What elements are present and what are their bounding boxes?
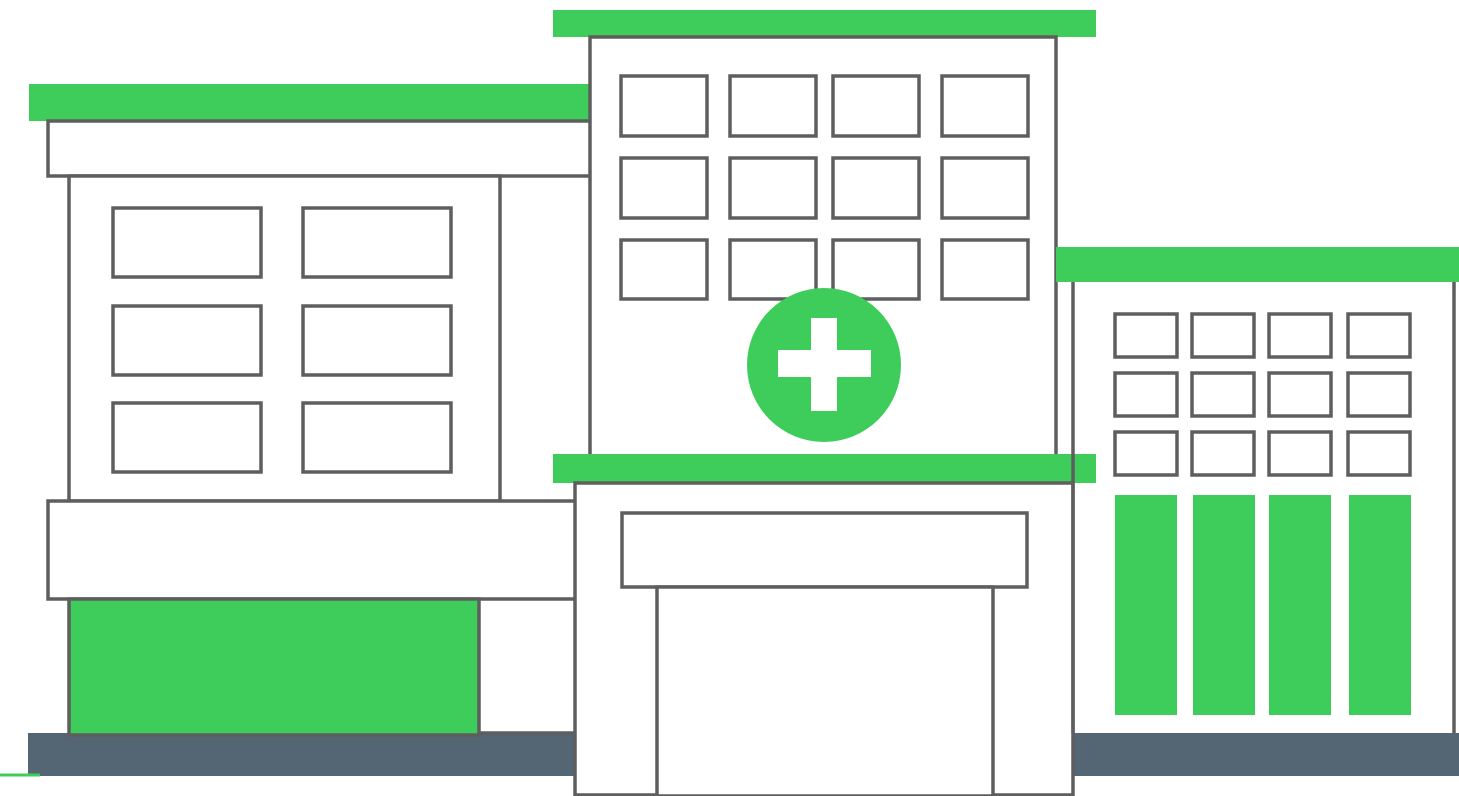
window (831, 238, 921, 301)
cross-horizontal (778, 350, 871, 377)
right-roof (1056, 247, 1459, 282)
left-roof (29, 84, 591, 121)
window (111, 206, 263, 279)
window (1267, 430, 1333, 477)
right-window-grid (1113, 312, 1412, 477)
window (111, 304, 263, 377)
window (940, 238, 1030, 301)
window (1267, 371, 1333, 418)
window (831, 74, 921, 138)
window (301, 401, 453, 474)
window (1346, 371, 1412, 418)
right-glass-panels (1115, 495, 1411, 715)
window (940, 156, 1030, 220)
window (1190, 371, 1256, 418)
entrance-canopy (553, 454, 1096, 483)
window (619, 74, 709, 138)
right-building (1056, 247, 1459, 733)
entrance-door (655, 585, 995, 796)
glass-panel (1115, 495, 1177, 715)
entrance-sign-panel (620, 511, 1029, 589)
left-garage-door (67, 597, 481, 737)
window (1346, 430, 1412, 477)
window (1113, 430, 1179, 477)
center-tower (553, 10, 1096, 796)
left-building (29, 84, 595, 737)
window (1113, 371, 1179, 418)
window (728, 238, 818, 301)
window (1346, 312, 1412, 359)
window (619, 156, 709, 220)
glass-panel (1269, 495, 1331, 715)
window (1113, 312, 1179, 359)
glass-panel (1193, 495, 1255, 715)
window (940, 74, 1030, 138)
window (1190, 430, 1256, 477)
center-roof (553, 10, 1096, 37)
window (1267, 312, 1333, 359)
left-roof-fascia (46, 119, 595, 178)
hospital-illustration (0, 10, 1459, 796)
window (1190, 312, 1256, 359)
window (301, 304, 453, 377)
window (831, 156, 921, 220)
window (111, 401, 263, 474)
window (619, 238, 709, 301)
window (728, 156, 818, 220)
medical-cross-icon (747, 288, 901, 442)
window (728, 74, 818, 138)
glass-panel (1349, 495, 1411, 715)
left-ledge (46, 499, 595, 601)
window (301, 206, 453, 279)
